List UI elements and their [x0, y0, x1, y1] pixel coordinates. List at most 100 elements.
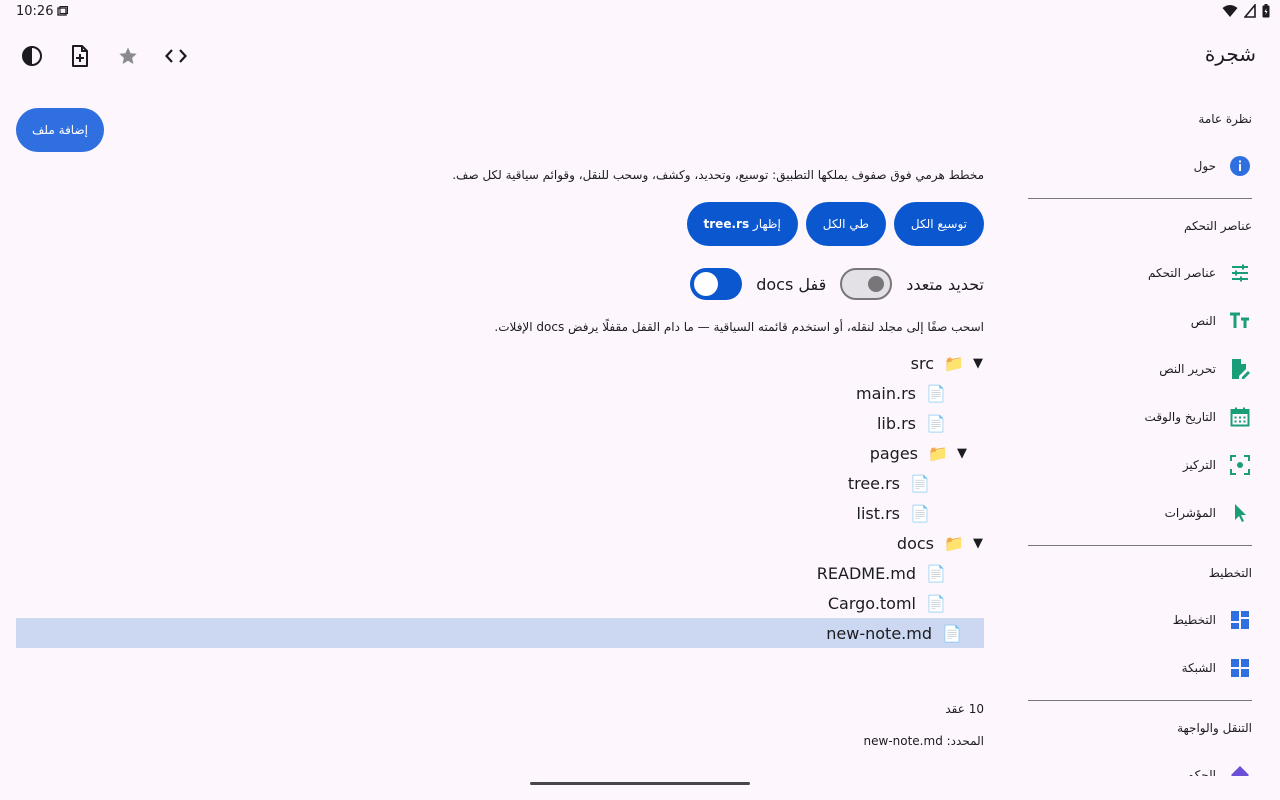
- sidebar-item[interactable]: النص: [1028, 297, 1252, 345]
- sidebar-item[interactable]: الشبكة: [1028, 644, 1252, 692]
- tree-folder-row[interactable]: pages 📁 ▼: [16, 438, 984, 468]
- folder-icon: 📁: [944, 353, 964, 373]
- expand-all-button[interactable]: توسيع الكل: [893, 202, 984, 246]
- screenshot-indicator-icon: [57, 6, 68, 16]
- battery-icon: [1262, 4, 1270, 18]
- view-code-button[interactable]: [160, 40, 192, 72]
- top-app-bar: شجرة: [0, 32, 1280, 80]
- sidebar-item-label: النص: [1190, 314, 1216, 328]
- folder-icon: 📁: [944, 533, 964, 553]
- lock-docs-switch[interactable]: [690, 268, 743, 300]
- file-icon: 📄: [910, 473, 930, 493]
- sidebar-item[interactable]: الحكم: [1028, 751, 1252, 776]
- sidebar-divider: [1028, 700, 1252, 701]
- description: مخطط هرمي فوق صفوف يملكها التطبيق: توسيع…: [452, 168, 984, 182]
- reveal-prefix: إظهار: [752, 217, 781, 231]
- grid-icon: [1228, 656, 1252, 680]
- sidebar-item-label: الشبكة: [1181, 661, 1216, 675]
- tree-node-name: README.md: [816, 563, 916, 583]
- sidebar-item[interactable]: التخطيط: [1028, 596, 1252, 644]
- tree-file-row[interactable]: tree.rs 📄: [16, 468, 984, 498]
- file-icon: 📄: [926, 593, 946, 613]
- sidebar-item-label: المؤشرات: [1164, 506, 1216, 520]
- sliders-icon: [1228, 261, 1252, 285]
- dashboard-icon: [1228, 608, 1252, 632]
- folder-icon: 📁: [928, 443, 948, 463]
- sidebar-item-label: عناصر التحكم: [1147, 266, 1216, 280]
- favorite-button[interactable]: [112, 40, 144, 72]
- status-time: 10:26: [16, 4, 54, 19]
- sidebar-item-label: تحرير النص: [1159, 362, 1216, 376]
- expand-arrow-icon[interactable]: ▼: [956, 446, 968, 461]
- sidebar-item-label: التخطيط: [1172, 613, 1216, 627]
- tree-node-name: new-note.md: [826, 623, 932, 643]
- new-file-button[interactable]: [64, 40, 96, 72]
- tree-node-name: list.rs: [856, 503, 901, 523]
- tree-file-row[interactable]: README.md 📄: [16, 558, 984, 588]
- add-file-button[interactable]: إضافة ملف: [16, 108, 104, 152]
- sidebar-item[interactable]: المؤشرات: [1028, 489, 1252, 537]
- edit-doc-icon: [1228, 357, 1252, 381]
- sidebar-item[interactable]: حول: [1028, 142, 1252, 190]
- file-icon: 📄: [910, 503, 930, 523]
- lock-docs-label: قفل docs: [756, 274, 827, 294]
- options-row: تحديد متعدد قفل docs: [690, 266, 984, 302]
- expand-arrow-icon[interactable]: ▼: [972, 536, 984, 551]
- pointer-icon: [1228, 501, 1252, 525]
- tree-folder-row[interactable]: src 📁 ▼: [16, 348, 984, 378]
- selected-info: المحدد: new-note.md: [864, 734, 984, 748]
- sidebar-item[interactable]: التركيز: [1028, 441, 1252, 489]
- sidebar-item-label: التاريخ والوقت: [1144, 410, 1216, 424]
- sidebar-nav: نظرة عامة حول عناصر التحكم عناصر التحكم النص…: [1028, 96, 1252, 776]
- multi-select-switch[interactable]: [840, 268, 893, 300]
- tree-file-row[interactable]: lib.rs 📄: [16, 408, 984, 438]
- reveal-file-name: tree.rs: [703, 217, 750, 231]
- main-content: إضافة ملف مخطط هرمي فوق صفوف يملكها التط…: [16, 96, 984, 786]
- switch-knob: [694, 272, 719, 296]
- selected-value: new-note.md: [863, 734, 943, 748]
- tree-node-name: tree.rs: [847, 473, 900, 493]
- wifi-icon: [1222, 5, 1238, 17]
- collapse-all-button[interactable]: طي الكل: [805, 202, 886, 246]
- tree-file-row[interactable]: main.rs 📄: [16, 378, 984, 408]
- sidebar-item[interactable]: التاريخ والوقت: [1028, 393, 1252, 441]
- file-tree: src 📁 ▼ main.rs 📄 lib.rs 📄 pages 📁 ▼ tree.rs 📄 list.…: [16, 348, 984, 648]
- node-count: 10 عقد: [945, 702, 984, 716]
- tree-node-name: docs: [896, 533, 934, 553]
- status-bar: 10:26: [0, 0, 1280, 24]
- code-icon: [165, 49, 187, 63]
- sidebar-section-title: التخطيط: [1208, 566, 1252, 580]
- tree-file-row[interactable]: Cargo.toml 📄: [16, 588, 984, 618]
- tree-file-row[interactable]: list.rs 📄: [16, 498, 984, 528]
- sidebar-item[interactable]: عناصر التحكم: [1028, 249, 1252, 297]
- sidebar-section-title: التنقل والواجهة: [1177, 721, 1252, 735]
- gesture-handle: [530, 782, 750, 785]
- tree-node-name: Cargo.toml: [827, 593, 916, 613]
- new-file-icon: [72, 45, 88, 67]
- tree-node-name: pages: [869, 443, 918, 463]
- signal-icon: [1244, 4, 1256, 18]
- sidebar-divider: [1028, 198, 1252, 199]
- page-title: شجرة: [1204, 42, 1256, 66]
- file-icon: 📄: [926, 383, 946, 403]
- tree-folder-row[interactable]: docs 📁 ▼: [16, 528, 984, 558]
- calendar-icon: [1228, 405, 1252, 429]
- tree-node-name: lib.rs: [876, 413, 916, 433]
- sidebar-item-label: الحكم: [1186, 768, 1216, 776]
- tree-file-row[interactable]: new-note.md 📄: [16, 618, 984, 648]
- contrast-icon: [22, 46, 42, 66]
- focus-icon: [1228, 453, 1252, 477]
- multi-select-label: تحديد متعدد: [906, 274, 984, 294]
- sidebar-item-label: التركيز: [1182, 458, 1216, 472]
- sidebar-item[interactable]: تحرير النص: [1028, 345, 1252, 393]
- sidebar-section-title: نظرة عامة: [1198, 112, 1252, 126]
- reveal-file-button[interactable]: إظهار tree.rs: [686, 202, 798, 246]
- theme-toggle-button[interactable]: [16, 40, 48, 72]
- drag-hint: اسحب صفًا إلى مجلد لنقله، أو استخدم قائم…: [494, 320, 984, 334]
- sidebar-divider: [1028, 545, 1252, 546]
- file-icon: 📄: [926, 563, 946, 583]
- sidebar-item-label: حول: [1193, 159, 1216, 173]
- file-icon: 📄: [926, 413, 946, 433]
- expand-arrow-icon[interactable]: ▼: [972, 356, 984, 371]
- info-icon: [1228, 154, 1252, 178]
